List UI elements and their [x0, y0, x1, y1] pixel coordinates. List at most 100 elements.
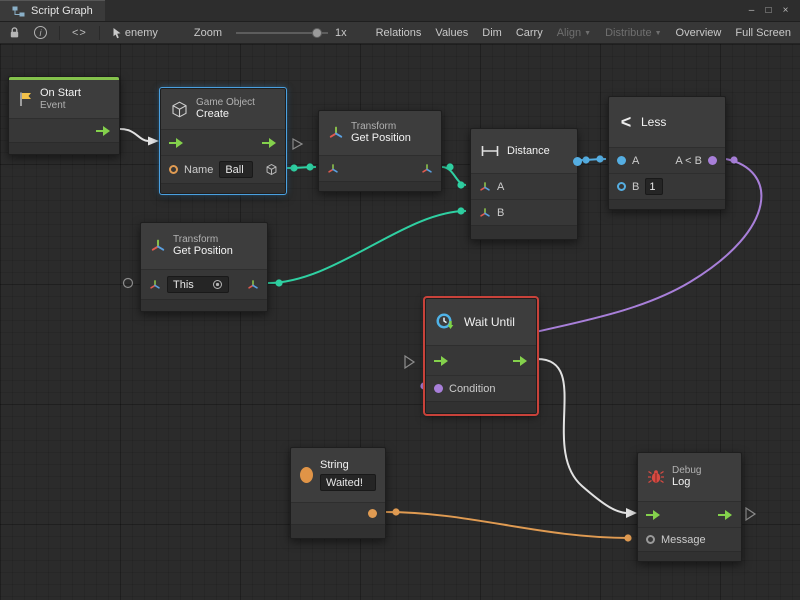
flow-out-port[interactable] [96, 126, 111, 136]
full-screen-button[interactable]: Full Screen [728, 22, 798, 44]
node-header[interactable]: Distance [471, 129, 577, 173]
transform-icon [328, 125, 344, 141]
node-header[interactable]: < Less [609, 97, 725, 147]
wire-endpoint-dot [624, 534, 631, 541]
distribute-dropdown[interactable]: Distribute ▼ [598, 22, 668, 44]
vector3-out-port-icon[interactable] [247, 279, 259, 291]
script-graph-window: Script Graph – □ × i <> enemy Zoom [0, 0, 800, 600]
toolbar-separator [99, 26, 100, 40]
wire-endpoint-dot [457, 207, 464, 214]
value-port-b[interactable] [617, 182, 626, 191]
condition-port[interactable] [434, 384, 443, 393]
transform-in-port-icon[interactable] [149, 279, 161, 291]
flow-out-port[interactable] [513, 356, 528, 366]
dim-button[interactable]: Dim [475, 22, 509, 44]
flow-in-port[interactable] [434, 356, 449, 366]
lock-button[interactable] [2, 22, 27, 44]
port-row [319, 155, 441, 181]
flow-out-port[interactable] [262, 138, 277, 148]
gameobject-out-port-icon[interactable] [265, 163, 278, 176]
chevron-down-icon: ▼ [655, 30, 662, 37]
node-header[interactable]: Wait Until [426, 299, 536, 345]
result-out-port[interactable] [708, 156, 717, 165]
message-port[interactable] [646, 535, 655, 544]
node-header[interactable]: String [291, 448, 385, 502]
node-footer [161, 183, 285, 193]
tab-script-graph[interactable]: Script Graph [0, 0, 105, 21]
align-dropdown[interactable]: Align ▼ [550, 22, 598, 44]
node-header[interactable]: Game Object Create [161, 89, 285, 129]
node-gameobject-create[interactable]: Game Object Create Name [160, 88, 286, 194]
flow-out-port[interactable] [718, 510, 733, 520]
relations-button[interactable]: Relations [369, 22, 429, 44]
vector3-port-icon[interactable] [479, 207, 491, 219]
pointer-icon [112, 27, 122, 39]
wire-string-to-debuglog-message[interactable] [386, 512, 630, 538]
code-view-button[interactable]: <> [65, 22, 94, 44]
values-button[interactable]: Values [428, 22, 475, 44]
graph-target[interactable]: enemy [105, 22, 165, 44]
condition-label: Condition [449, 383, 495, 395]
flow-row [9, 118, 119, 142]
value-port-name[interactable] [169, 165, 178, 174]
flow-row [161, 129, 285, 155]
unconnected-value-stub-getposition[interactable] [124, 279, 133, 288]
result-out-port[interactable] [573, 157, 582, 166]
object-picker-icon[interactable] [212, 279, 223, 290]
node-string-literal[interactable]: String [290, 447, 386, 539]
distance-icon [480, 144, 500, 158]
unconnected-flow-stub-waituntil[interactable] [405, 356, 414, 368]
node-title: Less [641, 115, 666, 129]
wire-flow-waituntil-to-debuglog[interactable] [537, 359, 626, 513]
result-label: A < B [675, 155, 702, 167]
maximize-button[interactable]: □ [760, 3, 777, 19]
vector3-out-port-icon[interactable] [421, 163, 433, 175]
transform-in-port-icon[interactable] [327, 163, 339, 175]
node-less[interactable]: < Less A A < B B [608, 96, 726, 210]
string-icon [300, 467, 313, 483]
info-button[interactable]: i [27, 22, 54, 44]
wire-flow-onstart-to-create[interactable] [120, 129, 148, 141]
node-debug-log[interactable]: Debug Log Message [637, 452, 742, 562]
zoom-slider[interactable] [236, 32, 328, 34]
node-get-position-self[interactable]: Transform Get Position This [140, 222, 268, 312]
node-header[interactable]: Transform Get Position [141, 223, 267, 269]
node-get-position-top[interactable]: Transform Get Position [318, 110, 442, 192]
vector3-port-icon[interactable] [479, 181, 491, 193]
unconnected-flow-stub-create[interactable] [293, 139, 302, 149]
node-header[interactable]: Transform Get Position [319, 111, 441, 155]
wire-endpoint-dot [275, 279, 282, 286]
code-icon: <> [72, 27, 87, 39]
node-distance[interactable]: Distance A B [470, 128, 578, 240]
flow-in-port[interactable] [646, 510, 661, 520]
graph-tab-icon [12, 6, 25, 17]
overview-button[interactable]: Overview [669, 22, 729, 44]
node-header[interactable]: Debug Log [638, 453, 741, 501]
transform-icon [150, 238, 166, 254]
node-footer [609, 199, 725, 209]
unconnected-flow-stub-debuglog[interactable] [746, 508, 755, 520]
node-header[interactable]: On Start Event [9, 80, 119, 118]
port-label-b: B [497, 207, 504, 219]
node-category: Game Object [196, 97, 255, 109]
name-input[interactable] [219, 161, 253, 178]
align-label: Align [557, 27, 581, 39]
b-value-input[interactable] [645, 178, 663, 195]
graph-canvas[interactable]: On Start Event Game Object Create [0, 44, 800, 600]
node-footer [638, 551, 741, 561]
carry-button[interactable]: Carry [509, 22, 550, 44]
port-label-b: B [632, 181, 639, 193]
wire-getposition-to-distance-b[interactable] [268, 211, 466, 283]
target-dropdown[interactable]: This [167, 276, 229, 293]
zoom-slider-handle[interactable] [312, 28, 322, 38]
minimize-button[interactable]: – [743, 3, 760, 19]
wire-endpoint-dot [730, 156, 737, 163]
node-on-start-event[interactable]: On Start Event [8, 76, 120, 155]
node-category: Debug [672, 465, 701, 477]
close-button[interactable]: × [777, 3, 794, 19]
string-out-port[interactable] [368, 509, 377, 518]
node-wait-until[interactable]: Wait Until Condition [425, 298, 537, 414]
string-value-input[interactable] [320, 474, 376, 491]
flow-in-port[interactable] [169, 138, 184, 148]
value-port-a[interactable] [617, 156, 626, 165]
